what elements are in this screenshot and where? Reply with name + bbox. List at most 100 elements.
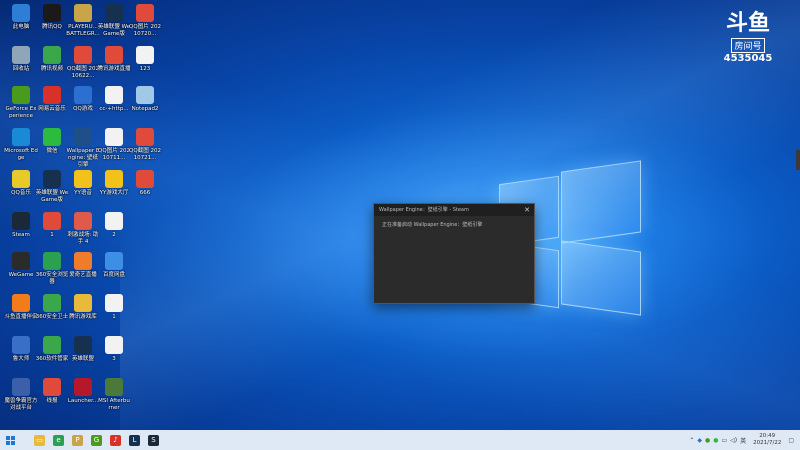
- desktop-icon[interactable]: 腾讯游戏库: [66, 294, 100, 321]
- desktop-icon[interactable]: Microsoft Edge: [4, 128, 38, 162]
- desktop-icon-label: 腾讯QQ: [42, 24, 62, 30]
- desktop-icon[interactable]: QQ截图 20210622...: [66, 46, 100, 80]
- desktop-icon-label: Launcher...: [67, 398, 99, 404]
- desktop-icon[interactable]: 360软件管家: [35, 336, 69, 363]
- desktop-icon[interactable]: 此电脑: [4, 4, 38, 31]
- desktop-icon[interactable]: YY游戏大厅: [97, 170, 131, 197]
- desktop-icon[interactable]: QQ游戏: [66, 86, 100, 113]
- desktop-icon[interactable]: QQ音乐: [4, 170, 38, 197]
- taskbar-app-button[interactable]: e: [49, 430, 68, 450]
- desktop-icon[interactable]: 360安全卫士: [35, 294, 69, 321]
- file-icon: [105, 128, 123, 146]
- desktop-icon[interactable]: QQ图片 20210711...: [97, 128, 131, 162]
- desktop-icon[interactable]: PLAYERU... BATTLEGR...: [66, 4, 100, 38]
- desktop-icon[interactable]: 微信: [35, 128, 69, 155]
- desktop-icon[interactable]: 123: [128, 46, 162, 73]
- desktop-icon-label: Notepad2: [131, 106, 159, 112]
- taskbar-app-button[interactable]: S: [144, 430, 163, 450]
- image-icon: [74, 46, 92, 64]
- app-icon: [74, 212, 92, 230]
- folder-icon: [74, 294, 92, 312]
- desktop-icon[interactable]: 2: [97, 212, 131, 239]
- desktop-icon[interactable]: 英雄联盟 WeGame版: [35, 170, 69, 204]
- nvidia-icon[interactable]: ●: [705, 437, 710, 444]
- desktop-icon[interactable]: MSI Afterburner: [97, 378, 131, 412]
- wechat-icon: [43, 128, 61, 146]
- start-button[interactable]: [0, 430, 20, 450]
- dialog-titlebar[interactable]: Wallpaper Engine：壁纸引擎 - Steam ✕: [374, 204, 534, 216]
- desktop-icon-label: YY游戏大厅: [99, 190, 129, 196]
- desktop-icon[interactable]: 百度网盘: [97, 252, 131, 279]
- chevron-up-icon[interactable]: ⌃: [689, 437, 694, 444]
- clock-time: 20:49: [759, 433, 776, 439]
- desktop-icon-label: 微信: [46, 148, 58, 154]
- desktop-icon[interactable]: Launcher...: [66, 378, 100, 405]
- taskbar-app-button[interactable]: ♪: [106, 430, 125, 450]
- desktop-icon[interactable]: 666: [128, 170, 162, 197]
- desktop-icon-label: QQ图片 20210711...: [98, 148, 130, 161]
- desktop-icon[interactable]: Steam: [4, 212, 38, 239]
- desktop-icon-label: QQ音乐: [11, 190, 31, 196]
- qq-music-icon: [12, 170, 30, 188]
- ludashi-icon: [12, 336, 30, 354]
- desktop-icon[interactable]: 鲁大师: [4, 336, 38, 363]
- edge-icon: [12, 128, 30, 146]
- baidu-netdisk-icon: [105, 252, 123, 270]
- desktop-icon-label: 3: [112, 356, 116, 362]
- shield-icon[interactable]: ◆: [697, 437, 702, 444]
- taskbar-app-button[interactable]: P: [68, 430, 87, 450]
- desktop-icon[interactable]: 魔兽争霸官方对战平台: [4, 378, 38, 412]
- desktop-icon[interactable]: 1: [35, 212, 69, 239]
- desktop-icon[interactable]: 腾讯QQ: [35, 4, 69, 31]
- network-icon[interactable]: ▭: [721, 437, 727, 444]
- recycle-bin-icon: [12, 46, 30, 64]
- volume-icon[interactable]: ◁): [730, 437, 737, 444]
- geforce-icon: [12, 86, 30, 104]
- taskbar-app-button[interactable]: G: [87, 430, 106, 450]
- notification-icon[interactable]: ▢: [788, 437, 794, 444]
- desktop-icon[interactable]: 线报: [35, 378, 69, 405]
- clock[interactable]: 20:49 2021/7/22: [753, 433, 781, 447]
- desktop-icon[interactable]: Notepad2: [128, 86, 162, 113]
- 360-browser-icon: [43, 252, 61, 270]
- desktop-icon-label: QQ图片 20210720...: [129, 24, 161, 37]
- yy-icon: [74, 170, 92, 188]
- taskbar-app-button[interactable]: L: [125, 430, 144, 450]
- desktop-icon[interactable]: GeForce Experience: [4, 86, 38, 120]
- close-icon[interactable]: ✕: [524, 204, 530, 216]
- image-icon: [43, 378, 61, 396]
- lol-icon: L: [129, 434, 140, 446]
- desktop-icon[interactable]: cc-+http...: [97, 86, 131, 113]
- desktop-icon[interactable]: 英雄联盟 WeGame版: [97, 4, 131, 38]
- system-tray: ⌃ ◆ ● ● ▭ ◁) 英 20:49 2021/7/22 ▢: [689, 430, 794, 450]
- desktop-icon[interactable]: 英雄联盟: [66, 336, 100, 363]
- desktop-icon[interactable]: QQ截图 20210721...: [128, 128, 162, 162]
- msi-afterburner-icon: [105, 378, 123, 396]
- desktop-icon[interactable]: YY语音: [66, 170, 100, 197]
- desktop-icon[interactable]: QQ图片 20210720...: [128, 4, 162, 38]
- desktop-icon-label: QQ截图 20210721...: [129, 148, 161, 161]
- desktop-icon[interactable]: 1: [97, 294, 131, 321]
- desktop-icon-label: 斗鱼直播伴侣: [4, 314, 38, 320]
- desktop-icon[interactable]: 回收站: [4, 46, 38, 73]
- desktop-icon[interactable]: WeGame: [4, 252, 38, 279]
- desktop-icon[interactable]: Wallpaper Engine: 壁纸引擎: [66, 128, 100, 169]
- taskbar-app-button[interactable]: ▭: [30, 430, 49, 450]
- desktop-icon[interactable]: 腾讯游戏直播: [97, 46, 131, 73]
- file-icon: [105, 212, 123, 230]
- desktop-icon-label: cc-+http...: [99, 106, 129, 112]
- wechat-icon[interactable]: ●: [713, 437, 718, 444]
- desktop-icon[interactable]: 斗鱼直播伴侣: [4, 294, 38, 321]
- edge-handle[interactable]: [796, 150, 800, 170]
- 360-browser-icon: e: [53, 434, 64, 446]
- ime-icon[interactable]: 英: [740, 436, 746, 445]
- desktop-icon[interactable]: 爱奇艺直播: [66, 252, 100, 279]
- desktop-icon[interactable]: 3: [97, 336, 131, 363]
- desktop-icon[interactable]: 360安全浏览器: [35, 252, 69, 286]
- desktop-icon[interactable]: 腾讯视频: [35, 46, 69, 73]
- desktop-icon[interactable]: 网易云音乐: [35, 86, 69, 113]
- desktop-icon[interactable]: 刺激战场: 助手 4: [66, 212, 100, 246]
- wegame-icon: [12, 252, 30, 270]
- desktop-icon-label: GeForce Experience: [5, 106, 37, 119]
- desktop-icon-label: 英雄联盟 WeGame版: [35, 190, 69, 203]
